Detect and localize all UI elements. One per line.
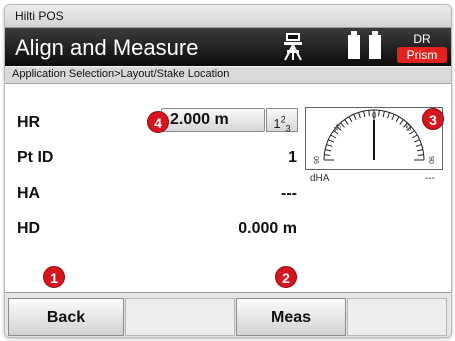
gauge-tick bbox=[348, 116, 353, 123]
meas-button[interactable]: Meas bbox=[236, 298, 346, 336]
measurement-panel: HR 2.000 m 123 Pt ID 1 HA --- HD 0.000 m… bbox=[5, 84, 451, 292]
gauge-tick bbox=[368, 110, 370, 117]
ptid-value[interactable]: 1 bbox=[205, 149, 297, 167]
breadcrumb: Application Selection>Layout/Stake Locat… bbox=[5, 67, 451, 84]
gauge-tick bbox=[395, 116, 400, 123]
callout-badge-2: 2 bbox=[275, 266, 297, 288]
dha-label: dHA bbox=[310, 173, 330, 184]
gauge-label-left90: 90 bbox=[314, 156, 321, 164]
window-titlebar: Hilti POS bbox=[5, 5, 451, 28]
gauge-tick bbox=[330, 134, 337, 139]
back-button[interactable]: Back bbox=[8, 298, 124, 336]
device-screen: Hilti POS Align and Measure DR Prism App… bbox=[4, 4, 452, 338]
gauge-tick bbox=[328, 139, 335, 143]
gauge-tick bbox=[326, 144, 333, 147]
gauge-tick bbox=[399, 119, 404, 125]
number-mode-button[interactable]: 123 bbox=[266, 108, 298, 134]
hd-value: 0.000 m bbox=[238, 220, 297, 237]
gauge-tick bbox=[353, 114, 357, 121]
battery-icon bbox=[369, 31, 381, 59]
softkey-empty-4[interactable] bbox=[347, 298, 447, 336]
gauge-tick bbox=[382, 110, 385, 118]
gauge-tick bbox=[415, 144, 422, 147]
gauge-label-zero: 0 bbox=[372, 111, 377, 120]
gauge-tick bbox=[324, 154, 331, 156]
ha-label: HA bbox=[17, 185, 41, 202]
ha-value: --- bbox=[281, 185, 297, 202]
ptid-label: Pt ID bbox=[17, 149, 54, 166]
hr-value: 2.000 m bbox=[170, 111, 229, 128]
gauge-tick bbox=[358, 112, 361, 119]
gauge-tick bbox=[411, 134, 418, 139]
hd-label: HD bbox=[17, 220, 41, 237]
breadcrumb-text: Application Selection>Layout/Stake Locat… bbox=[12, 68, 230, 80]
gauge-tick bbox=[378, 110, 380, 117]
hr-label: HR bbox=[17, 114, 41, 131]
gauge-tick bbox=[344, 119, 349, 125]
callout-badge-3: 3 bbox=[422, 108, 444, 130]
gauge-tick bbox=[387, 112, 390, 119]
gauge-tick bbox=[417, 154, 424, 156]
callout-badge-1: 1 bbox=[43, 266, 65, 288]
softkey-bar: Back Meas bbox=[5, 292, 451, 337]
dha-value: --- bbox=[425, 173, 435, 184]
gauge-label-right90: 90 bbox=[427, 156, 434, 164]
gauge-tick bbox=[391, 114, 395, 121]
page-title: Align and Measure bbox=[15, 35, 199, 60]
tripod-icon bbox=[284, 33, 302, 61]
hr-value-button[interactable]: 2.000 m bbox=[161, 108, 265, 132]
softkey-empty-2[interactable] bbox=[125, 298, 235, 336]
gauge-label-right45: 45 bbox=[403, 122, 414, 133]
target-badge[interactable]: Prism bbox=[397, 47, 447, 63]
mode-label: DR bbox=[413, 32, 431, 46]
callout-badge-4: 4 bbox=[147, 111, 169, 133]
number-mode-icon: 123 bbox=[273, 115, 291, 134]
gauge-tick bbox=[324, 149, 332, 152]
gauge-tick bbox=[363, 110, 366, 118]
battery-icon bbox=[348, 31, 360, 59]
gauge-tick bbox=[416, 149, 424, 152]
gauge-tick bbox=[413, 139, 420, 143]
app-header: Align and Measure DR Prism bbox=[5, 28, 451, 66]
gauge-tick bbox=[409, 130, 415, 135]
window-title: Hilti POS bbox=[15, 9, 64, 23]
